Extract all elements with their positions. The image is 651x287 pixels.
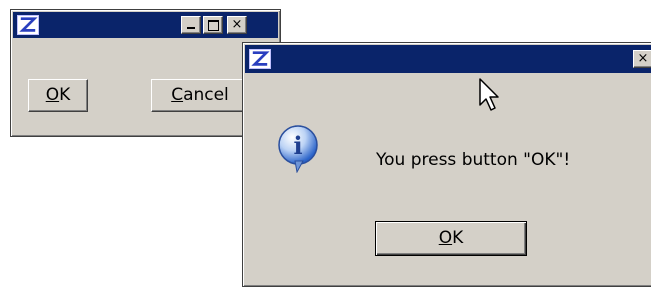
main-window-titlebar[interactable]: × <box>13 12 278 38</box>
minimize-button[interactable] <box>181 16 201 34</box>
minimize-icon <box>187 27 195 29</box>
ok-mnemonic: O <box>45 85 60 105</box>
dialog-message: You press button "OK"! <box>376 150 571 170</box>
dialog-ok-label-rest: K <box>452 228 464 248</box>
close-button[interactable]: × <box>227 16 247 34</box>
app-logo-icon <box>249 49 271 69</box>
information-glyph: i <box>293 131 302 160</box>
information-icon: i <box>277 125 319 174</box>
close-icon: × <box>231 17 243 32</box>
maximize-icon <box>207 20 219 31</box>
close-icon: × <box>637 51 649 66</box>
ok-button[interactable]: OK <box>28 79 88 112</box>
dialog-ok-mnemonic: O <box>438 228 453 248</box>
main-window: × OK Cancel <box>10 9 281 137</box>
cancel-button[interactable]: Cancel <box>151 79 249 112</box>
message-dialog: × i You press button "OK"! OK <box>242 42 651 287</box>
cancel-mnemonic: C <box>171 85 184 105</box>
dialog-titlebar[interactable]: × <box>245 45 651 73</box>
dialog-close-button[interactable]: × <box>633 50 651 68</box>
ok-label-rest: K <box>59 85 71 105</box>
arrow-cursor-icon <box>479 78 501 112</box>
cancel-label-rest: ancel <box>183 85 229 105</box>
app-logo-icon <box>17 15 39 35</box>
maximize-button[interactable] <box>203 16 223 34</box>
dialog-ok-button[interactable]: OK <box>375 221 527 256</box>
